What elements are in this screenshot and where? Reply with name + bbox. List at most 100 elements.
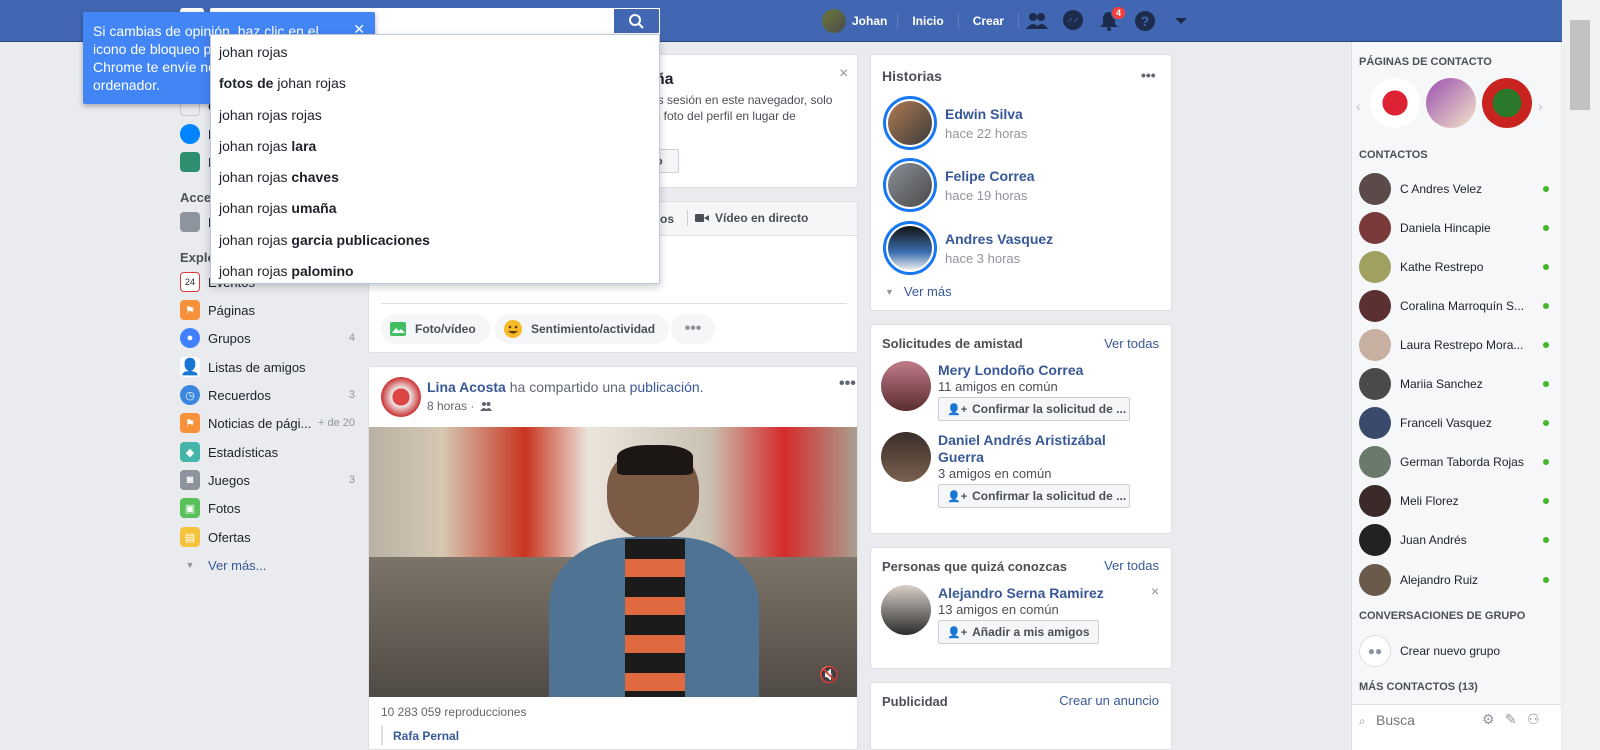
contact-item[interactable]: Franceli Vasquez xyxy=(1359,405,1549,441)
more-options-icon[interactable]: ••• xyxy=(839,375,856,393)
request-name-cont[interactable]: Guerra xyxy=(938,449,984,465)
story-ring xyxy=(883,221,937,275)
contact-item[interactable]: Laura Restrepo Mora... xyxy=(1359,327,1549,363)
create-ad-link[interactable]: Crear un anuncio xyxy=(1059,693,1159,708)
chevron-right-icon[interactable]: › xyxy=(1538,98,1543,114)
contact-item[interactable]: Juan Andrés xyxy=(1359,522,1549,558)
story-time: hace 3 horas xyxy=(945,250,1021,266)
avatar[interactable] xyxy=(881,432,931,482)
profile-link[interactable]: Johan xyxy=(812,9,897,33)
help-icon: ? xyxy=(1135,11,1156,31)
contact-name: German Taborda Rojas xyxy=(1400,455,1524,469)
online-indicator xyxy=(1543,225,1549,231)
chat-search-input[interactable] xyxy=(1376,711,1476,729)
friend-requests-button[interactable] xyxy=(1019,0,1055,42)
contact-item[interactable]: Alejandro Ruiz xyxy=(1359,562,1549,598)
shared-page-link[interactable]: Rafa Pernal xyxy=(393,729,459,743)
avatar[interactable] xyxy=(381,377,421,417)
photo-video-button[interactable]: Foto/vídeo xyxy=(381,314,490,344)
confirm-request-button[interactable]: 👤+ Confirmar la solicitud de ... xyxy=(938,397,1130,421)
avatar[interactable] xyxy=(881,361,931,411)
left-nav-item-insights[interactable]: ◆ Estadísticas xyxy=(180,441,355,463)
close-icon[interactable]: × xyxy=(839,65,848,83)
suggestion-text: johan rojas rojas xyxy=(219,106,322,123)
post-object-link[interactable]: publicación. xyxy=(630,379,704,395)
search-suggestion[interactable]: johan rojas palomino xyxy=(211,256,659,287)
avatar[interactable] xyxy=(881,585,931,635)
search-suggestion[interactable]: johan rojas rojas xyxy=(211,100,659,131)
contact-item[interactable]: C Andres Velez xyxy=(1359,171,1549,207)
more-options-icon[interactable]: ••• xyxy=(1141,67,1156,83)
compose-icon[interactable]: ✎ xyxy=(1505,711,1517,728)
search-suggestion[interactable]: fotos de johan rojas xyxy=(211,68,659,99)
story-item[interactable]: Edwin Silva hace 22 horas xyxy=(883,95,1027,151)
post-video[interactable]: 🔇 xyxy=(369,427,857,697)
see-more-label: Ver más xyxy=(903,284,952,299)
contact-page-avatar[interactable] xyxy=(1370,78,1420,128)
request-name[interactable]: Daniel Andrés Aristizábal xyxy=(938,432,1106,448)
left-nav-item-memories[interactable]: ◷ Recuerdos 3 xyxy=(180,384,355,406)
feeling-activity-button[interactable]: Sentimiento/actividad xyxy=(495,314,670,344)
close-icon[interactable]: × xyxy=(1151,583,1159,599)
contact-item[interactable]: Daniela Hincapie xyxy=(1359,210,1549,246)
contact-item[interactable]: Kathe Restrepo xyxy=(1359,249,1549,285)
post-time[interactable]: 8 horas · xyxy=(427,399,478,413)
messenger-button[interactable] xyxy=(1055,0,1091,42)
search-suggestion[interactable]: johan rojas chaves xyxy=(211,162,659,193)
see-more-stories[interactable]: ▼ Ver más xyxy=(885,284,952,299)
post-author-link[interactable]: Lina Acosta xyxy=(427,379,506,395)
scrollbar[interactable] xyxy=(1562,0,1600,750)
confirm-request-button[interactable]: 👤+ Confirmar la solicitud de ... xyxy=(938,484,1130,508)
story-ring xyxy=(883,96,937,150)
story-item[interactable]: Andres Vasquez hace 3 horas xyxy=(883,220,1053,276)
create-link[interactable]: Crear xyxy=(959,14,1018,28)
tab-live-video[interactable]: Vídeo en directo xyxy=(695,211,808,225)
contact-item[interactable]: Meli Florez xyxy=(1359,483,1549,519)
search-suggestion[interactable]: johan rojas lara xyxy=(211,131,659,162)
left-nav-item-games[interactable]: ◙ Juegos 3 xyxy=(180,469,355,491)
contact-item[interactable]: German Taborda Rojas xyxy=(1359,444,1549,480)
see-all-link[interactable]: Ver todas xyxy=(1104,336,1159,351)
left-nav-label: Listas de amigos xyxy=(208,359,306,375)
create-group-button[interactable]: ●● Crear nuevo grupo xyxy=(1359,633,1549,669)
add-friend-button[interactable]: 👤+ Añadir a mis amigos xyxy=(938,620,1099,644)
search-button[interactable] xyxy=(614,8,660,34)
online-indicator xyxy=(1543,264,1549,270)
chat-sidebar: PÁGINAS DE CONTACTO ‹ › CONTACTOS C Andr… xyxy=(1351,42,1561,750)
account-menu-button[interactable] xyxy=(1163,0,1199,42)
left-nav-item-friend-lists[interactable]: 👤 Listas de amigos xyxy=(180,356,355,378)
contact-name: Daniela Hincapie xyxy=(1400,221,1491,235)
home-link[interactable]: Inicio xyxy=(898,14,957,28)
left-nav-item-offers[interactable]: ▤ Ofertas xyxy=(180,526,355,548)
muted-speaker-icon[interactable]: 🔇 xyxy=(819,665,839,685)
scrollbar-thumb[interactable] xyxy=(1570,20,1590,110)
search-suggestion[interactable]: johan rojas xyxy=(211,37,659,68)
left-nav-item-page-feed[interactable]: ⚑ Noticias de pági... + de 20 xyxy=(180,412,355,434)
left-nav-item-photos[interactable]: ▣ Fotos xyxy=(180,497,355,519)
chevron-left-icon[interactable]: ‹ xyxy=(1356,98,1361,114)
see-all-link[interactable]: Ver todas xyxy=(1104,558,1159,573)
group-chat-icon[interactable]: ⚇ xyxy=(1527,711,1540,728)
gear-icon[interactable]: ⚙ xyxy=(1482,711,1495,728)
story-item[interactable]: Felipe Correa hace 19 horas xyxy=(883,157,1034,213)
online-indicator xyxy=(1543,577,1549,583)
contact-item[interactable]: Coralina Marroquín S... xyxy=(1359,288,1549,324)
avatar xyxy=(1359,212,1391,244)
contact-page-avatar[interactable] xyxy=(1426,78,1476,128)
groups-icon: ● xyxy=(180,328,200,348)
left-nav-item-groups[interactable]: ● Grupos 4 xyxy=(180,327,355,349)
search-suggestion[interactable]: johan rojas umaña xyxy=(211,193,659,224)
contact-page-avatar[interactable] xyxy=(1482,78,1532,128)
suggestion-name[interactable]: Alejandro Serna Ramirez xyxy=(938,585,1104,601)
see-more-link[interactable]: ▼ Ver más... xyxy=(180,554,355,576)
help-button[interactable]: ? xyxy=(1127,0,1163,42)
search-suggestion[interactable]: johan rojas garcia publicaciones xyxy=(211,225,659,256)
contact-item[interactable]: Mariia Sanchez xyxy=(1359,366,1549,402)
add-friend-label: Añadir a mis amigos xyxy=(972,625,1090,639)
notifications-button[interactable]: 4 xyxy=(1091,0,1127,42)
left-nav-item-pages[interactable]: ⚑ Páginas xyxy=(180,299,355,321)
more-options-icon[interactable]: ••• xyxy=(671,314,715,344)
request-name[interactable]: Mery Londoño Correa xyxy=(938,362,1083,378)
chat-search-bar: ⌕ ⚙ ✎ ⚇ xyxy=(1352,704,1561,750)
story-time: hace 19 horas xyxy=(945,187,1028,203)
